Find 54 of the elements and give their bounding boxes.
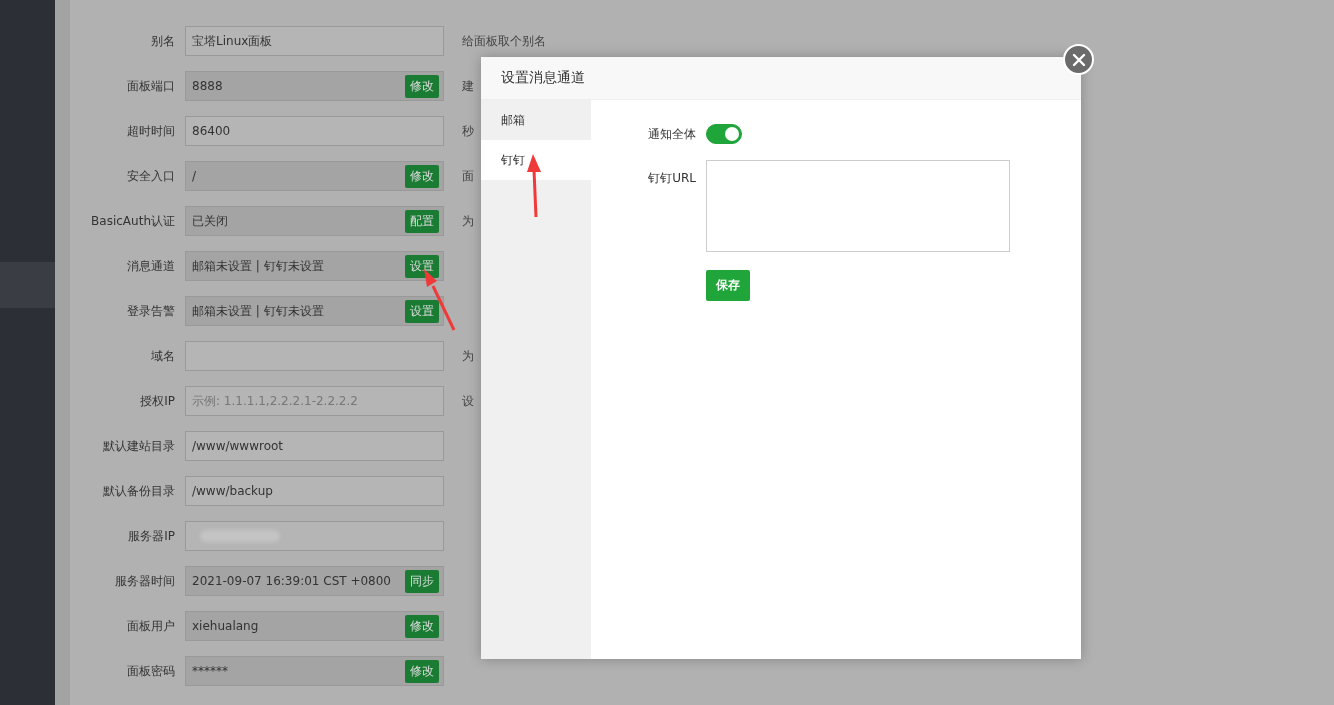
- url-field[interactable]: [706, 160, 1010, 252]
- action-button[interactable]: 修改: [405, 74, 439, 98]
- field-label: 面板密码: [126, 662, 175, 680]
- action-button[interactable]: 修改: [405, 164, 439, 188]
- input-field[interactable]: / 修改: [185, 161, 444, 191]
- field-label: 授权IP: [139, 392, 175, 410]
- arrow-annotation: [527, 154, 541, 218]
- action-button[interactable]: 配置: [405, 209, 439, 233]
- field-label: BasicAuth认证: [90, 212, 175, 230]
- field-label: 服务器IP: [127, 527, 175, 545]
- action-button[interactable]: 设置: [405, 254, 439, 278]
- action-button[interactable]: 同步: [405, 569, 439, 593]
- input-field[interactable]: 8888 修改: [185, 71, 444, 101]
- toggle-switch[interactable]: [706, 124, 742, 144]
- input-field[interactable]: 2021-09-07 16:39:01 CST +0800 同步: [185, 566, 444, 596]
- field-label: 通知全体: [647, 125, 696, 143]
- hint-text: 给面板取个别名: [462, 32, 546, 50]
- hint-text: 设: [462, 392, 474, 410]
- field-label: 面板端口: [126, 77, 175, 95]
- input-field[interactable]: 邮箱未设置 | 钉钉未设置 设置: [185, 251, 444, 281]
- field-label: 别名: [150, 32, 175, 50]
- field-label: 超时时间: [126, 122, 175, 140]
- tab[interactable]: 钉钉: [481, 140, 591, 180]
- hint-text: 为: [462, 212, 474, 230]
- input-field[interactable]: 宝塔Linux面板: [185, 26, 444, 56]
- input-field[interactable]: /www/wwwroot: [185, 431, 444, 461]
- hint-text: 秒: [462, 122, 474, 140]
- field-label: 面板用户: [126, 617, 175, 635]
- input-field[interactable]: [185, 341, 444, 371]
- sidebar-item[interactable]: [0, 262, 55, 308]
- input-field[interactable]: ****** 修改: [185, 656, 444, 686]
- input-field[interactable]: xiehualang 修改: [185, 611, 444, 641]
- input-field[interactable]: /www/backup: [185, 476, 444, 506]
- dialog-title: 设置消息通道: [501, 69, 585, 87]
- field-label: 安全入口: [126, 167, 175, 185]
- input-field[interactable]: 86400: [185, 116, 444, 146]
- input-field[interactable]: 已关闭 配置: [185, 206, 444, 236]
- hint-text: 建: [462, 77, 474, 95]
- field-label: 消息通道: [126, 257, 175, 275]
- action-button[interactable]: 设置: [405, 299, 439, 323]
- action-button[interactable]: 修改: [405, 614, 439, 638]
- hint-text: 为: [462, 347, 474, 365]
- hint-text: 面: [462, 167, 474, 185]
- save-button[interactable]: 保存: [706, 270, 750, 301]
- input-field[interactable]: [185, 521, 444, 551]
- input-field[interactable]: 邮箱未设置 | 钉钉未设置 设置: [185, 296, 444, 326]
- field-label: 域名: [150, 347, 175, 365]
- field-label: 默认备份目录: [102, 482, 175, 500]
- field-label: 服务器时间: [114, 572, 175, 590]
- field-label: 登录告警: [126, 302, 175, 320]
- tab[interactable]: 邮箱: [481, 100, 591, 140]
- field-label: 钉钉URL: [647, 170, 696, 187]
- field-label: 默认建站目录: [102, 437, 175, 455]
- action-button[interactable]: 修改: [405, 659, 439, 683]
